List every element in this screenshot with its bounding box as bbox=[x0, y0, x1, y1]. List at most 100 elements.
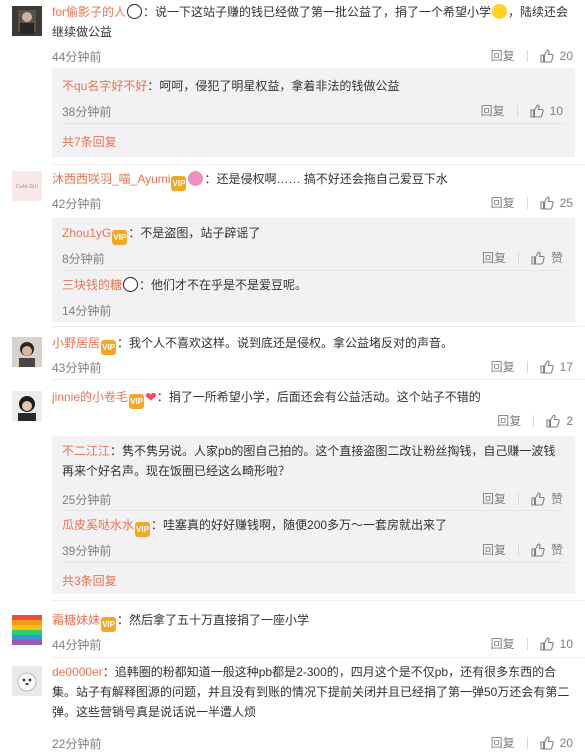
comment-body: ：我个人不喜欢这样。说到底还是侵权。拿公益堵反对的声音。 bbox=[117, 336, 454, 350]
comment-divider bbox=[52, 600, 585, 601]
avatar[interactable] bbox=[12, 666, 42, 696]
reply-button[interactable]: 回复 bbox=[481, 102, 505, 119]
reply-button[interactable]: 回复 bbox=[491, 734, 515, 751]
comment-time: 42分钟前 bbox=[52, 197, 102, 211]
thumbs-up-icon bbox=[540, 195, 554, 210]
reply-button[interactable]: 回复 bbox=[497, 412, 521, 429]
like-button[interactable]: 17 bbox=[540, 360, 573, 374]
member-badge-icon: VIP bbox=[129, 394, 145, 409]
username-link[interactable]: 三块钱的糖 bbox=[62, 278, 122, 292]
comment-body: ：然后拿了五十万直接捐了一座小学 bbox=[117, 613, 310, 627]
like-button[interactable]: 赞 bbox=[531, 490, 563, 507]
comment-body-cont: 集。站子有解释图源的问题，并且没有到账的情况下提前关闭并且已经捐了第一弹50万还… bbox=[52, 685, 570, 699]
like-button[interactable]: 2 bbox=[546, 414, 573, 428]
thumbs-up-icon bbox=[531, 542, 545, 557]
like-count: 17 bbox=[559, 359, 573, 374]
avatar[interactable] bbox=[12, 391, 42, 421]
like-count: 赞 bbox=[550, 492, 563, 506]
action-separator bbox=[533, 414, 535, 427]
username-link[interactable]: de0000er bbox=[52, 665, 103, 679]
like-button[interactable]: 赞 bbox=[531, 541, 563, 558]
replies-box: Zhou1yG VIP ：不是盗图，站子辟谣了 8分钟前 回复 赞 三块钱的糖 ：他们… bbox=[52, 218, 575, 322]
action-separator bbox=[526, 49, 528, 62]
comment-body-cont: 弹。这些营销号真是说话说一半遭人烦 bbox=[52, 705, 257, 719]
action-separator bbox=[526, 196, 528, 209]
username-link[interactable]: 沐西西咲羽_喵_Ayumi bbox=[52, 172, 170, 186]
comment-time: 22分钟前 bbox=[52, 737, 102, 751]
reply-text: 瓜皮奚哒水水 VIP ：哇塞真的好好赚钱啊，随便200多万～一套房就出来了 bbox=[62, 515, 575, 537]
reply-button[interactable]: 回复 bbox=[491, 635, 515, 652]
like-button[interactable]: 赞 bbox=[531, 249, 563, 266]
username-link[interactable]: 霜糖妹妹 bbox=[52, 613, 100, 627]
username-link[interactable]: jinnie的小卷毛 bbox=[52, 390, 128, 404]
reply-divider bbox=[62, 510, 565, 511]
comment-time: 43分钟前 bbox=[52, 361, 102, 375]
action-separator bbox=[517, 251, 519, 264]
username-link[interactable]: for偷影子的人 bbox=[52, 5, 126, 19]
smile-emoji-icon bbox=[492, 4, 508, 19]
like-button[interactable]: 10 bbox=[540, 637, 573, 651]
member-badge-icon: VIP bbox=[135, 522, 151, 537]
avatar[interactable] bbox=[12, 6, 42, 36]
reply-button[interactable]: 回复 bbox=[491, 358, 515, 375]
reply-body: ：哇塞真的好好赚钱啊，随便200多万～一套房就出来了 bbox=[151, 518, 448, 532]
reply-divider bbox=[62, 123, 565, 124]
donut-emoji-icon bbox=[188, 171, 204, 186]
reply-body: ：呵呵，侵犯了明星权益，拿着非法的钱做公益 bbox=[147, 79, 400, 93]
reply-button[interactable]: 回复 bbox=[491, 47, 515, 64]
comment-text: 小野居居 VIP ：我个人不喜欢这样。说到底还是侵权。拿公益堵反对的声音。 bbox=[52, 333, 575, 355]
comment-text: 沐西西咲羽_喵_Ayumi VIP ：还是侵权啊…… 搞不好还会拖自己爱豆下水 bbox=[52, 169, 575, 191]
reply-body-cont: 再来个好名声。现在饭圈已经这么畸形啦？ bbox=[62, 464, 291, 478]
comment-divider bbox=[52, 326, 585, 327]
reply-text: 不qu名字好不好：呵呵，侵犯了明星权益，拿着非法的钱做公益 bbox=[62, 76, 575, 96]
like-button[interactable]: 10 bbox=[530, 104, 563, 118]
like-count: 20 bbox=[559, 735, 573, 750]
like-count: 赞 bbox=[550, 251, 563, 265]
action-separator bbox=[526, 736, 528, 749]
reply-button[interactable]: 回复 bbox=[482, 541, 506, 558]
like-button[interactable]: 20 bbox=[540, 736, 573, 750]
comment-text: 霜糖妹妹 VIP ：然后拿了五十万直接捐了一座小学 bbox=[52, 610, 575, 632]
avatar[interactable] bbox=[12, 615, 42, 645]
reply-item: 三块钱的糖 ：他们才不在乎是不是爱豆呢。 14分钟前 bbox=[62, 275, 575, 318]
username-link[interactable]: 小野居居 bbox=[52, 336, 100, 350]
more-replies-link[interactable]: 共7条回复 bbox=[62, 133, 117, 150]
panda-emoji-icon bbox=[123, 277, 139, 292]
username-link[interactable]: 不二江江 bbox=[62, 444, 110, 458]
comment-text: de0000er：追韩圈的粉都知道一般这种pb都是2-300的，四月这个是不仅p… bbox=[52, 662, 575, 722]
avatar[interactable]: Cute Girl bbox=[12, 171, 42, 201]
reply-item: Zhou1yG VIP ：不是盗图，站子辟谣了 8分钟前 回复 赞 bbox=[62, 223, 575, 266]
comment-time: 44分钟前 bbox=[52, 50, 102, 64]
reply-button[interactable]: 回复 bbox=[491, 194, 515, 211]
reply-time: 8分钟前 bbox=[62, 252, 105, 266]
thumbs-up-icon bbox=[540, 735, 554, 750]
comment-divider bbox=[52, 657, 585, 658]
member-badge-icon: VIP bbox=[112, 230, 128, 245]
username-link[interactable]: 瓜皮奚哒水水 bbox=[62, 518, 134, 532]
comment-body: ：说一下这站子赚的钱已经做了第一批公益了，捐了一个希望小学 bbox=[143, 5, 492, 19]
panda-emoji-icon bbox=[127, 4, 143, 19]
reply-divider bbox=[62, 562, 565, 563]
reply-item: 不二江江：隽不隽另说。人家pb的图自己拍的。这个直接盗图二改让粉丝掏钱，自己赚一… bbox=[62, 441, 575, 507]
comment-body: ：还是侵权啊…… 搞不好还会拖自己爱豆下水 bbox=[204, 172, 448, 186]
heart-emoji-icon: ❤ bbox=[145, 389, 157, 405]
avatar[interactable] bbox=[12, 337, 42, 367]
username-link[interactable]: Zhou1yG bbox=[62, 226, 111, 240]
reply-body: ：他们才不在乎是不是爱豆呢。 bbox=[139, 278, 308, 292]
comment-body: ：追韩圈的粉都知道一般这种pb都是2-300的，四月这个是不仅pb，还有很多东西… bbox=[102, 665, 557, 679]
reply-text: 不二江江：隽不隽另说。人家pb的图自己拍的。这个直接盗图二改让粉丝掏钱，自己赚一… bbox=[62, 441, 575, 481]
reply-button[interactable]: 回复 bbox=[482, 249, 506, 266]
like-button[interactable]: 25 bbox=[540, 196, 573, 210]
member-badge-icon: VIP bbox=[101, 340, 117, 355]
comment-time: 44分钟前 bbox=[52, 638, 102, 652]
username-link[interactable]: 不qu名字好不好 bbox=[62, 79, 147, 93]
more-replies-link[interactable]: 共3条回复 bbox=[62, 572, 117, 589]
action-separator bbox=[516, 104, 518, 117]
like-count: 20 bbox=[559, 48, 573, 63]
like-button[interactable]: 20 bbox=[540, 49, 573, 63]
like-count: 10 bbox=[559, 636, 573, 651]
reply-button[interactable]: 回复 bbox=[482, 490, 506, 507]
action-separator bbox=[526, 360, 528, 373]
comment-divider bbox=[52, 379, 585, 380]
like-count: 2 bbox=[566, 413, 573, 428]
